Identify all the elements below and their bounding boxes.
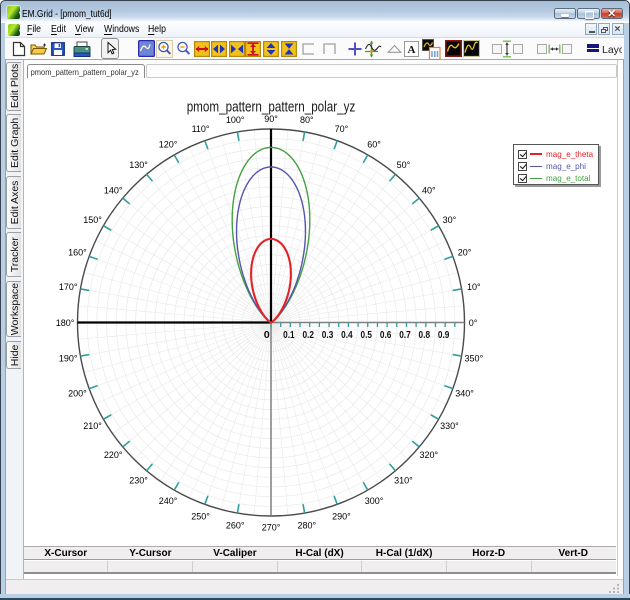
svg-text:70°: 70° [335,124,349,134]
svg-text:0.9: 0.9 [438,329,450,341]
svg-text:160°: 160° [68,247,87,257]
svg-text:320°: 320° [419,450,438,460]
svg-text:270°: 270° [262,522,281,532]
svg-text:230°: 230° [129,476,148,486]
svg-text:250°: 250° [191,511,210,521]
svg-text:210°: 210° [83,421,102,431]
svg-text:0.8: 0.8 [419,329,431,341]
svg-text:280°: 280° [297,521,316,531]
svg-text:310°: 310° [394,476,413,486]
svg-text:0.7: 0.7 [399,329,411,341]
svg-text:10°: 10° [467,282,481,292]
svg-text:130°: 130° [129,160,148,170]
svg-text:30°: 30° [443,215,457,225]
svg-text:50°: 50° [397,160,411,170]
svg-text:100°: 100° [226,115,245,125]
svg-text:80°: 80° [300,115,314,125]
svg-text:340°: 340° [455,388,474,398]
svg-text:0.1: 0.1 [283,329,295,341]
svg-text:260°: 260° [226,521,245,531]
svg-text:180°: 180° [56,318,75,328]
svg-text:pmom_pattern_pattern_polar_yz: pmom_pattern_pattern_polar_yz [187,98,356,115]
svg-text:110°: 110° [192,124,210,134]
svg-text:0.5: 0.5 [361,329,373,341]
svg-text:350°: 350° [465,354,484,364]
svg-text:A: A [408,44,416,56]
svg-text:190°: 190° [59,354,78,364]
svg-text:40°: 40° [422,185,436,195]
svg-text:60°: 60° [367,139,381,149]
svg-text:220°: 220° [104,450,123,460]
svg-text:140°: 140° [104,185,123,195]
svg-text:290°: 290° [332,511,351,521]
svg-text:0.6: 0.6 [380,329,392,341]
svg-text:170°: 170° [59,282,78,292]
svg-text:0.3: 0.3 [322,329,334,341]
svg-text:0°: 0° [469,318,478,328]
svg-text:240°: 240° [159,496,178,506]
svg-text:0.2: 0.2 [302,329,314,341]
svg-text:200°: 200° [68,388,87,398]
svg-text:120°: 120° [159,139,178,149]
svg-text:330°: 330° [440,421,459,431]
svg-text:150°: 150° [83,215,102,225]
svg-text:300°: 300° [365,496,384,506]
svg-text:0: 0 [264,329,270,341]
svg-text:0.4: 0.4 [341,329,353,341]
svg-text:20°: 20° [458,247,472,257]
